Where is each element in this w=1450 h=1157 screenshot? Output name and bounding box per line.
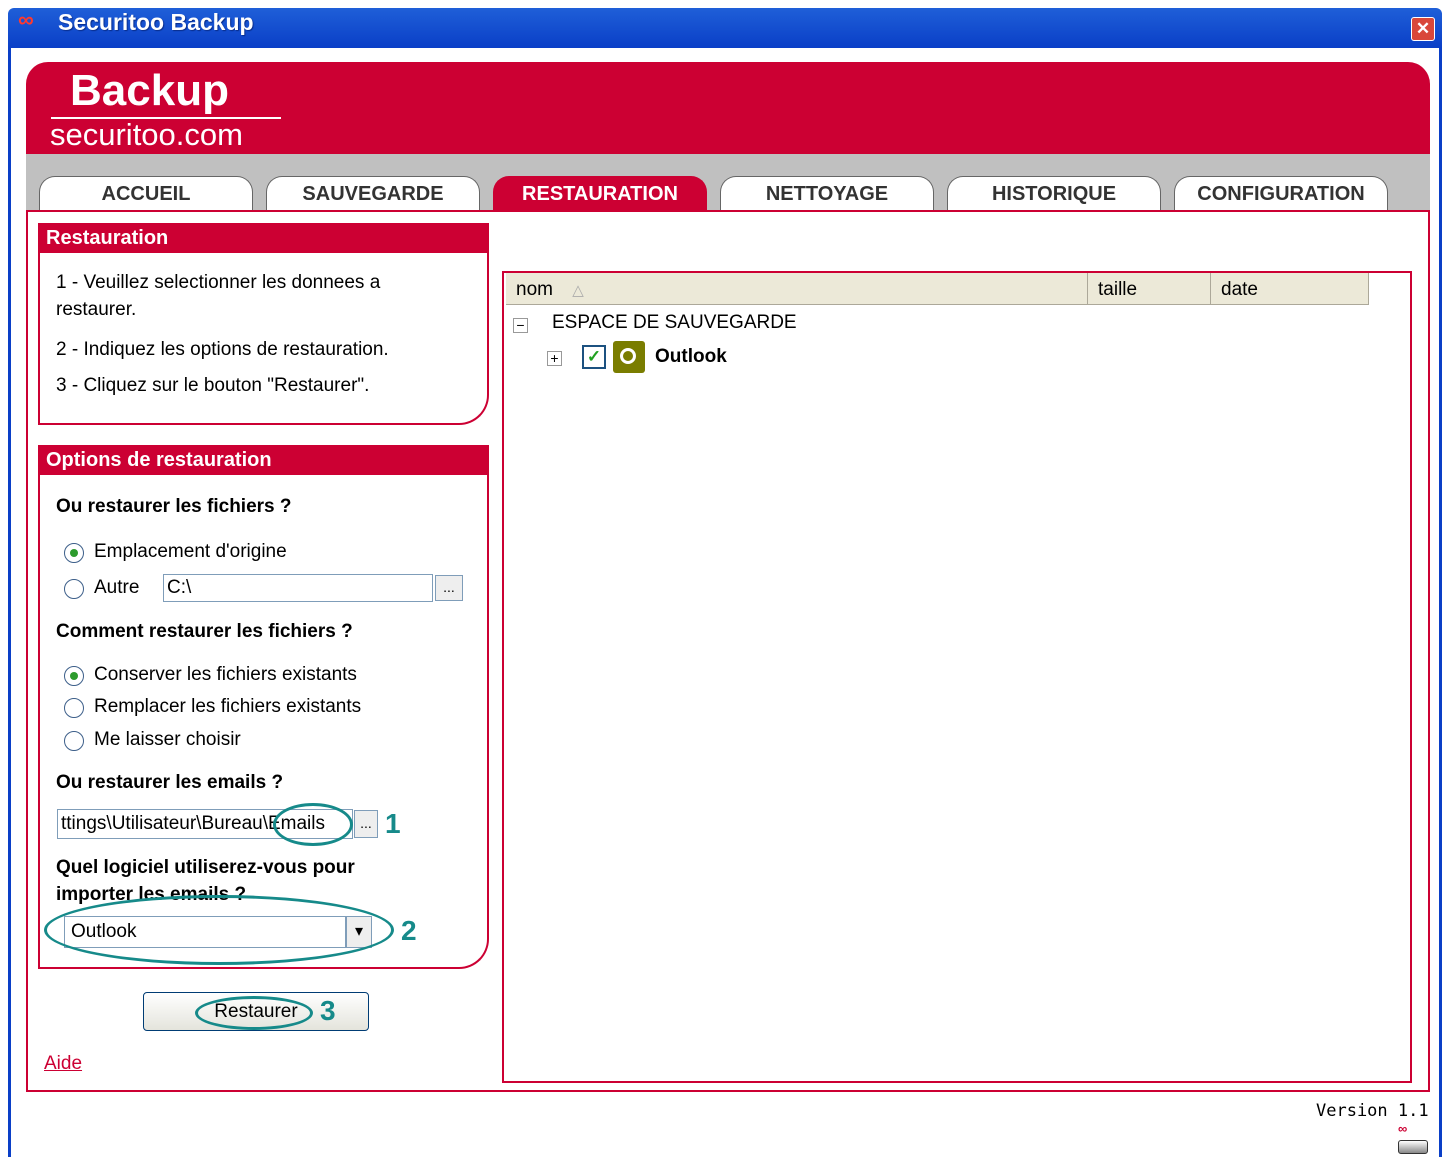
- options-panel-title: Options de restauration: [38, 445, 489, 475]
- other-path-input[interactable]: C:\: [163, 574, 433, 602]
- column-nom[interactable]: nom △: [506, 273, 1088, 305]
- annotation-number-2: 2: [401, 915, 417, 946]
- tab-sauvegarde[interactable]: SAUVEGARDE: [266, 176, 480, 210]
- where-emails-label: Ou restaurer les emails ?: [56, 772, 284, 793]
- where-files-label: Ou restaurer les fichiers ?: [56, 496, 292, 517]
- annotation-ellipse-2: [44, 895, 394, 965]
- collapse-root-icon[interactable]: −: [513, 318, 528, 333]
- step-1-line-2: restaurer.: [56, 299, 137, 320]
- step-3: 3 - Cliquez sur le bouton "Restaurer".: [56, 375, 370, 396]
- software-label-line-1: Quel logiciel utiliserez-vous pour: [56, 857, 355, 878]
- annotation-ellipse-3: [195, 996, 313, 1030]
- tab-historique[interactable]: HISTORIQUE: [947, 176, 1161, 210]
- expand-outlook-icon[interactable]: +: [547, 351, 562, 366]
- brand-title: Backup: [70, 66, 229, 115]
- tree-item-outlook[interactable]: Outlook: [655, 346, 727, 368]
- radio-conserver-label: Conserver les fichiers existants: [94, 664, 357, 685]
- radio-autre[interactable]: [64, 579, 84, 599]
- sort-ascending-icon: △: [572, 282, 584, 299]
- version-label: Version 1.1: [1316, 1101, 1429, 1121]
- tab-nettoyage[interactable]: NETTOYAGE: [720, 176, 934, 210]
- radio-autre-label: Autre: [94, 577, 140, 598]
- app-logo-icon: ∞: [18, 7, 34, 32]
- outlook-checkbox[interactable]: ✓: [582, 345, 606, 369]
- close-icon[interactable]: ✕: [1411, 17, 1435, 41]
- outlook-clock-icon: [613, 341, 645, 373]
- radio-laisser-choisir[interactable]: [64, 731, 84, 751]
- tray-logo-icon: ∞: [1398, 1121, 1408, 1136]
- how-files-label: Comment restaurer les fichiers ?: [56, 621, 353, 642]
- radio-remplacer-label: Remplacer les fichiers existants: [94, 696, 362, 717]
- tree-root-label[interactable]: ESPACE DE SAUVEGARDE: [552, 312, 797, 334]
- brand-subtitle: securitoo.com: [50, 117, 243, 152]
- drive-icon: [1398, 1140, 1428, 1154]
- step-2: 2 - Indiquez les options de restauration…: [56, 339, 389, 360]
- help-link[interactable]: Aide: [44, 1053, 82, 1075]
- radio-conserver[interactable]: [64, 666, 84, 686]
- tab-restauration[interactable]: RESTAURATION: [493, 176, 707, 210]
- annotation-number-3: 3: [320, 995, 336, 1026]
- radio-emplacement-origine[interactable]: [64, 543, 84, 563]
- browse-emails-button[interactable]: ...: [354, 810, 378, 838]
- radio-remplacer[interactable]: [64, 698, 84, 718]
- radio-laisser-choisir-label: Me laisser choisir: [94, 729, 241, 750]
- radio-emplacement-origine-label: Emplacement d'origine: [94, 541, 287, 562]
- step-1-line-1: 1 - Veuillez selectionner les donnees a: [56, 272, 381, 293]
- window-title: Securitoo Backup: [58, 9, 254, 35]
- annotation-ellipse-1: [273, 803, 353, 846]
- tab-accueil[interactable]: ACCUEIL: [39, 176, 253, 210]
- restore-tree-panel: [502, 271, 1412, 1083]
- column-date[interactable]: date: [1211, 273, 1369, 305]
- annotation-number-1: 1: [385, 808, 401, 839]
- column-nom-label: nom: [516, 279, 553, 300]
- tab-configuration[interactable]: CONFIGURATION: [1174, 176, 1388, 210]
- column-taille[interactable]: taille: [1088, 273, 1211, 305]
- restauration-panel-title: Restauration: [38, 223, 489, 253]
- browse-path-button[interactable]: ...: [435, 575, 463, 601]
